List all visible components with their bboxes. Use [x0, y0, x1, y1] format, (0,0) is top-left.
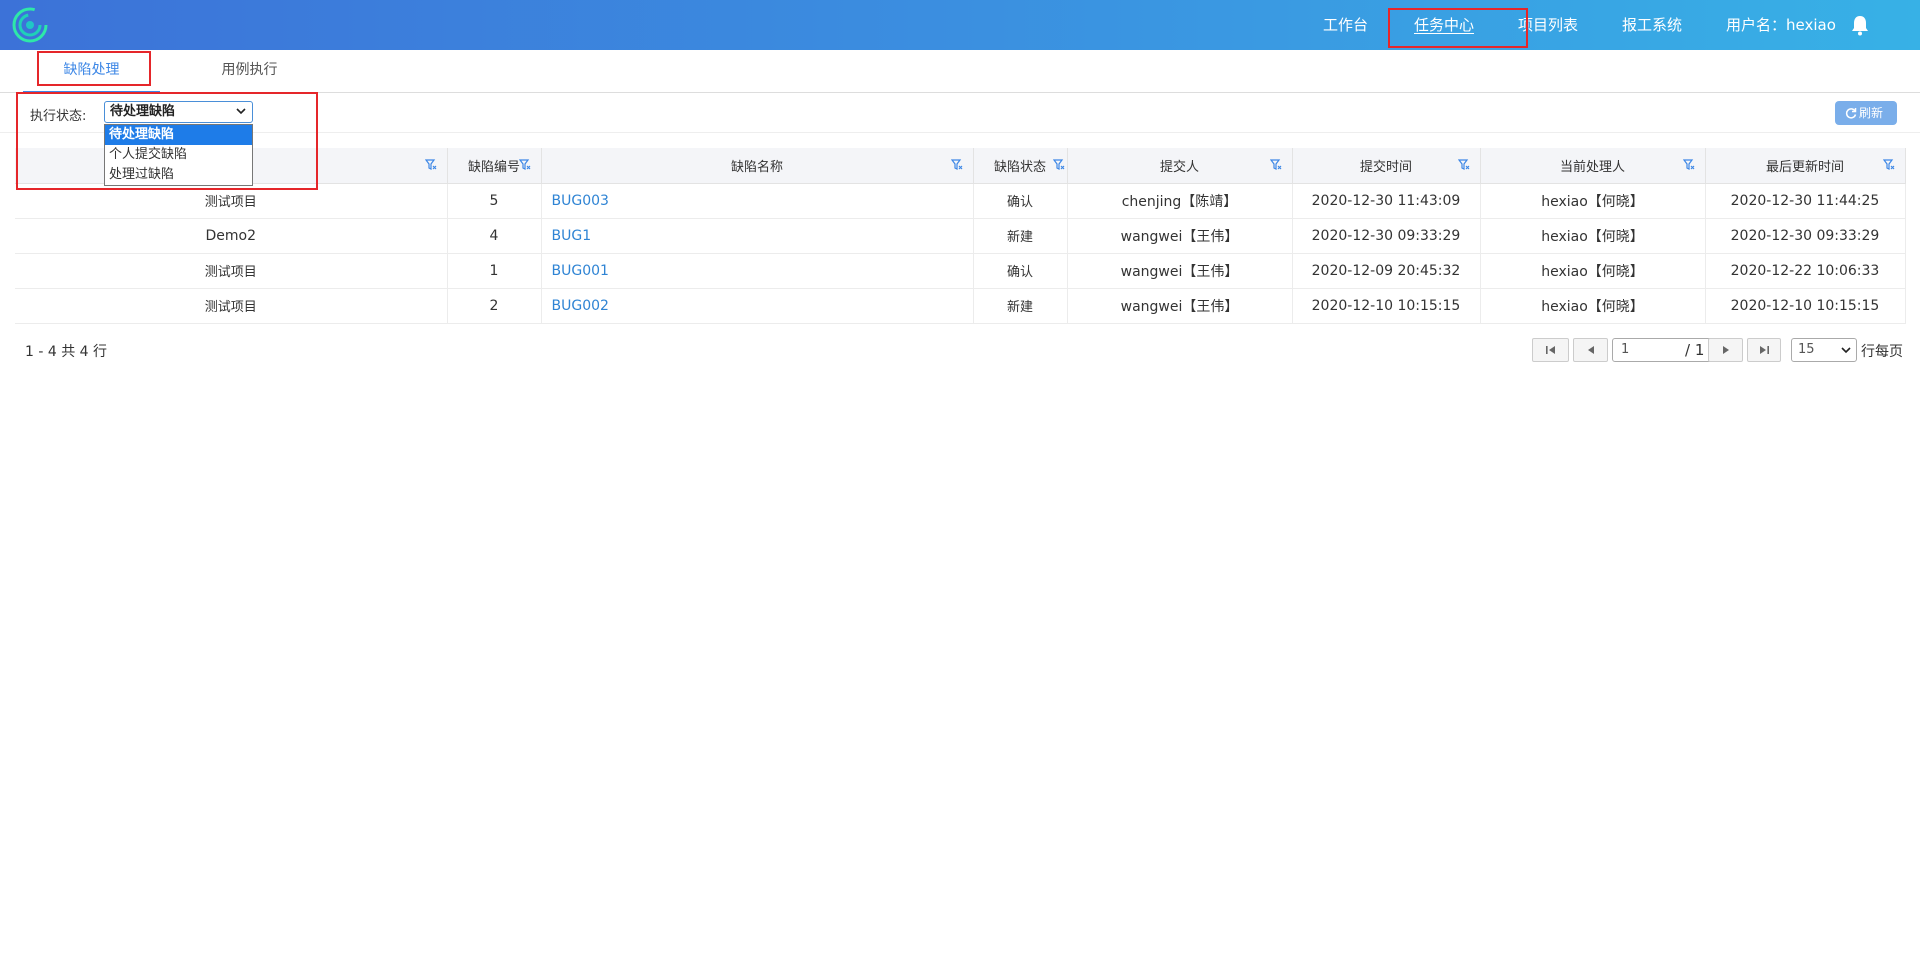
- next-page-button[interactable]: [1708, 338, 1743, 362]
- prev-page-button[interactable]: [1573, 338, 1608, 362]
- defect-table: 缺陷编号 缺陷名称 缺陷状态 提交人 提交时间 当前处理人 最后更新时间 测试项…: [15, 148, 1906, 324]
- table-row[interactable]: 测试项目 5 BUG003 确认 chenjing【陈靖】 2020-12-30…: [15, 183, 1906, 219]
- nav-project-list[interactable]: 项目列表: [1518, 0, 1578, 50]
- cell-submitter: wangwei【王伟】: [1067, 288, 1293, 324]
- table-row[interactable]: 测试项目 2 BUG002 新建 wangwei【王伟】 2020-12-10 …: [15, 288, 1906, 324]
- status-option-pending[interactable]: 待处理缺陷: [105, 125, 252, 145]
- user-name-label[interactable]: 用户名：hexiao: [1726, 0, 1836, 50]
- filter-toolbar: 执行状态: 待处理缺陷: [0, 93, 1920, 133]
- refresh-label: 刷新: [1859, 106, 1884, 120]
- cell-defect-id: 5: [447, 183, 542, 219]
- refresh-icon: [1845, 108, 1857, 119]
- column-header-last-update[interactable]: 最后更新时间: [1705, 148, 1906, 184]
- cell-defect-id: 4: [447, 218, 542, 254]
- status-option-submitted[interactable]: 个人提交缺陷: [105, 145, 252, 165]
- filter-icon[interactable]: [1457, 159, 1470, 171]
- filter-icon[interactable]: [1269, 159, 1282, 171]
- cell-current-handler: hexiao【何晓】: [1480, 288, 1706, 324]
- tab-defect-handling[interactable]: 缺陷处理: [23, 50, 160, 93]
- chevron-down-icon: [236, 108, 246, 115]
- chevron-down-icon: [1841, 347, 1851, 354]
- cell-last-update: 2020-12-10 10:15:15: [1705, 288, 1906, 324]
- prev-page-icon: [1587, 346, 1594, 354]
- column-header-defect-status[interactable]: 缺陷状态: [973, 148, 1068, 184]
- cell-defect-status: 确认: [973, 253, 1068, 289]
- page-info: 1 - 4 共 4 行: [25, 344, 108, 360]
- cell-current-handler: hexiao【何晓】: [1480, 253, 1706, 289]
- refresh-button[interactable]: 刷新: [1835, 101, 1897, 125]
- column-header-current-handler[interactable]: 当前处理人: [1480, 148, 1706, 184]
- cell-submit-time: 2020-12-30 09:33:29: [1292, 218, 1481, 254]
- cell-last-update: 2020-12-22 10:06:33: [1705, 253, 1906, 289]
- nav-report-system[interactable]: 报工系统: [1622, 0, 1682, 50]
- filter-icon[interactable]: [950, 159, 963, 171]
- filter-icon[interactable]: [518, 159, 531, 171]
- cell-project: 测试项目: [15, 253, 448, 289]
- rows-per-page-select[interactable]: 15: [1791, 338, 1857, 362]
- cell-last-update: 2020-12-30 09:33:29: [1705, 218, 1906, 254]
- table-header-row: 缺陷编号 缺陷名称 缺陷状态 提交人 提交时间 当前处理人 最后更新时间: [15, 148, 1906, 184]
- rows-per-page-label: 行每页: [1861, 344, 1903, 360]
- nav-task-center[interactable]: 任务中心: [1414, 0, 1474, 50]
- cell-defect-id: 1: [447, 253, 542, 289]
- first-page-button[interactable]: [1532, 338, 1569, 362]
- status-select[interactable]: 待处理缺陷: [104, 101, 253, 123]
- page-total: / 1: [1685, 341, 1705, 359]
- column-header-submitter[interactable]: 提交人: [1067, 148, 1293, 184]
- cell-defect-status: 确认: [973, 183, 1068, 219]
- cell-project: 测试项目: [15, 183, 448, 219]
- cell-current-handler: hexiao【何晓】: [1480, 183, 1706, 219]
- status-dropdown: 待处理缺陷 个人提交缺陷 处理过缺陷: [104, 124, 253, 186]
- tab-case-execution[interactable]: 用例执行: [181, 50, 318, 93]
- last-page-button[interactable]: [1747, 338, 1781, 362]
- nav-workbench[interactable]: 工作台: [1323, 0, 1368, 50]
- filter-icon[interactable]: [1052, 159, 1065, 171]
- cell-submit-time: 2020-12-10 10:15:15: [1292, 288, 1481, 324]
- top-header: 工作台 任务中心 项目列表 报工系统 用户名：hexiao: [0, 0, 1920, 50]
- cell-submitter: wangwei【王伟】: [1067, 218, 1293, 254]
- rows-per-page-value: 15: [1798, 342, 1815, 357]
- tab-bar: 缺陷处理 用例执行: [0, 50, 1920, 93]
- status-select-value: 待处理缺陷: [110, 104, 176, 119]
- cell-project: Demo2: [15, 218, 448, 254]
- cell-defect-name-link[interactable]: BUG002: [541, 288, 974, 324]
- cell-current-handler: hexiao【何晓】: [1480, 218, 1706, 254]
- cell-defect-name-link[interactable]: BUG1: [541, 218, 974, 254]
- first-page-icon: [1545, 346, 1555, 354]
- filter-icon[interactable]: [1882, 159, 1895, 171]
- filter-icon[interactable]: [424, 159, 437, 171]
- cell-last-update: 2020-12-30 11:44:25: [1705, 183, 1906, 219]
- column-header-submit-time[interactable]: 提交时间: [1292, 148, 1481, 184]
- status-label: 执行状态:: [30, 109, 87, 124]
- cell-submitter: wangwei【王伟】: [1067, 253, 1293, 289]
- cell-defect-name-link[interactable]: BUG001: [541, 253, 974, 289]
- app-logo-icon[interactable]: [12, 7, 48, 43]
- cell-submit-time: 2020-12-30 11:43:09: [1292, 183, 1481, 219]
- cell-submitter: chenjing【陈靖】: [1067, 183, 1293, 219]
- cell-submit-time: 2020-12-09 20:45:32: [1292, 253, 1481, 289]
- cell-defect-status: 新建: [973, 288, 1068, 324]
- next-page-icon: [1722, 346, 1729, 354]
- column-header-defect-id[interactable]: 缺陷编号: [447, 148, 542, 184]
- last-page-icon: [1760, 346, 1769, 354]
- cell-project: 测试项目: [15, 288, 448, 324]
- table-row[interactable]: Demo2 4 BUG1 新建 wangwei【王伟】 2020-12-30 0…: [15, 218, 1906, 254]
- status-option-handled[interactable]: 处理过缺陷: [105, 165, 252, 185]
- bell-icon[interactable]: [1850, 14, 1870, 36]
- cell-defect-id: 2: [447, 288, 542, 324]
- column-header-defect-name[interactable]: 缺陷名称: [541, 148, 974, 184]
- cell-defect-status: 新建: [973, 218, 1068, 254]
- filter-icon[interactable]: [1682, 159, 1695, 171]
- table-row[interactable]: 测试项目 1 BUG001 确认 wangwei【王伟】 2020-12-09 …: [15, 253, 1906, 289]
- cell-defect-name-link[interactable]: BUG003: [541, 183, 974, 219]
